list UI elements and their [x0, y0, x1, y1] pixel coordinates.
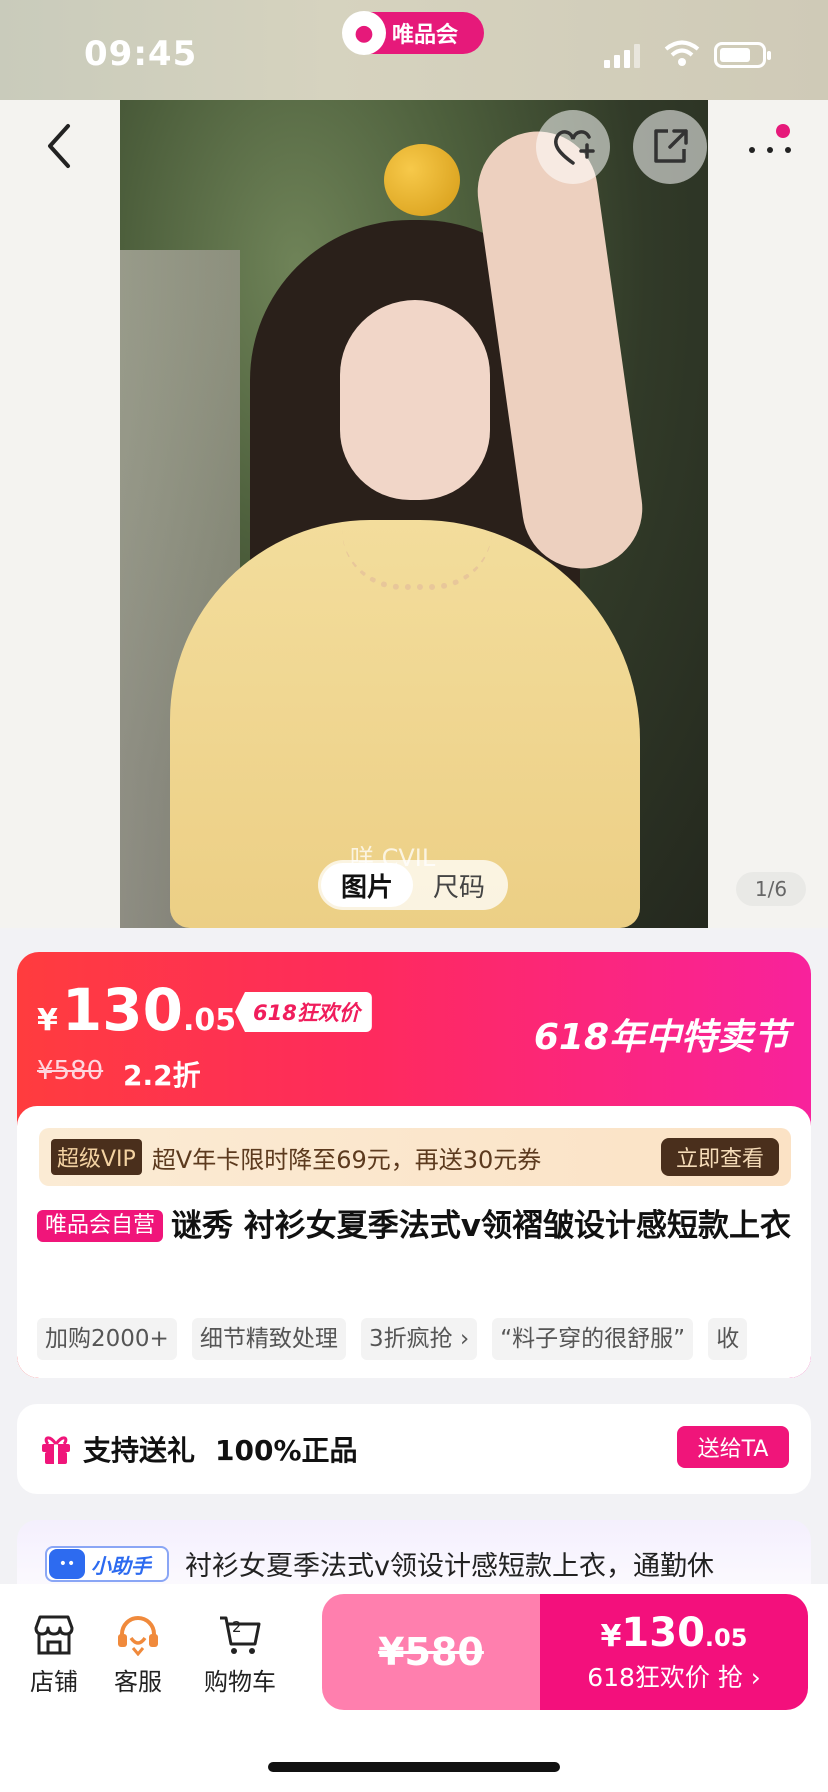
chip-more[interactable]: 收 — [708, 1318, 748, 1360]
notification-dot — [776, 124, 790, 138]
back-arrow-icon[interactable] — [38, 120, 82, 172]
authentic-label: 100%正品 — [215, 1434, 358, 1467]
chip-review[interactable]: “料子穿的很舒服” — [492, 1318, 694, 1360]
heart-plus-icon — [554, 130, 595, 165]
product-photo[interactable] — [120, 100, 708, 928]
cart-count: 2 — [232, 1618, 242, 1636]
purchase-buttons: ¥580 ¥ 130 .05 618狂欢价 抢 › — [322, 1594, 808, 1710]
product-info-panel: 超级VIP 超V年卡限时降至69元，再送30元券 立即查看 唯品会自营 谜秀 衬衫… — [17, 1106, 811, 1378]
battery-icon — [714, 42, 771, 68]
cart-button[interactable]: 2 购物车 — [200, 1614, 280, 1697]
status-time: 09:45 — [84, 34, 198, 74]
vip-badge: 超级VIP — [51, 1139, 142, 1175]
assistant-tag-label: 小助手 — [91, 1553, 151, 1578]
store-button[interactable]: 店铺 — [14, 1614, 94, 1697]
status-bar: 09:45 ● 唯品会 — [0, 0, 828, 100]
tab-photos[interactable]: 图片 — [321, 863, 413, 907]
vip-text: 超V年卡限时降至69元，再送30元券 — [151, 1145, 542, 1174]
home-indicator[interactable] — [268, 1762, 560, 1772]
store-label: 店铺 — [30, 1668, 78, 1696]
share-icon — [654, 129, 688, 163]
service-label: 客服 — [114, 1668, 162, 1696]
gallery-counter: 1/6 — [736, 872, 806, 906]
price-integer: 130 — [61, 976, 183, 1044]
gallery-tab-switch[interactable]: 图片 尺码 — [318, 860, 508, 910]
share-button[interactable] — [633, 110, 707, 184]
more-menu-button[interactable] — [740, 130, 800, 170]
product-title-text: 谜秀 衬衫女夏季法式v领褶皱设计感短款上衣 — [171, 1208, 792, 1244]
buy-price-decimal: .05 — [704, 1624, 748, 1652]
bunny-logo-icon: ● — [342, 11, 386, 55]
more-dot-icon — [785, 147, 791, 153]
headset-icon — [118, 1616, 158, 1656]
original-price: ¥580 — [37, 1056, 104, 1086]
gift-icon — [42, 1436, 70, 1464]
cart-label: 购物车 — [204, 1668, 276, 1696]
price-card: ¥ 130 .05 618狂欢价 ¥580 2.2折 618年中特卖节 超级VI… — [17, 952, 811, 1378]
buy-now-label: 618狂欢价 抢 › — [587, 1663, 761, 1692]
more-dot-icon — [767, 147, 773, 153]
price-decimal: .05 — [182, 1003, 237, 1038]
assistant-badge: •• 小助手 — [45, 1546, 169, 1582]
original-price-button[interactable]: ¥580 — [322, 1594, 540, 1710]
more-dot-icon — [749, 147, 755, 153]
send-gift-button[interactable]: 送给TA — [677, 1426, 789, 1468]
customer-service-button[interactable]: 客服 — [98, 1614, 178, 1697]
gift-support-label: 支持送礼 — [83, 1434, 196, 1467]
store-icon — [34, 1615, 74, 1655]
buy-price: ¥ 130 .05 — [601, 1610, 748, 1656]
vip-banner[interactable]: 超级VIP 超V年卡限时降至69元，再送30元券 立即查看 — [39, 1128, 791, 1186]
assistant-summary: 衬衫女夏季法式v领设计感短款上衣，通勤休 — [185, 1551, 714, 1582]
vip-view-button[interactable]: 立即查看 — [661, 1138, 779, 1176]
brand-label: 唯品会 — [392, 23, 459, 48]
brand-pill[interactable]: ● 唯品会 — [342, 11, 484, 55]
robot-icon: •• — [49, 1549, 85, 1579]
promo-price-tag: 618狂欢价 — [235, 992, 372, 1032]
product-title: 唯品会自营 谜秀 衬衫女夏季法式v领褶皱设计感短款上衣 — [37, 1202, 797, 1250]
tab-size[interactable]: 尺码 — [413, 863, 505, 907]
festival-title: 618年中特卖节 — [533, 1017, 789, 1058]
price-currency: ¥ — [37, 1003, 58, 1038]
gift-card: 支持送礼 100%正品 送给TA — [17, 1404, 811, 1494]
chip-flash-sale[interactable]: 3折疯抢 › — [361, 1318, 478, 1360]
signal-icon — [604, 44, 640, 68]
buy-price-currency: ¥ — [600, 1619, 622, 1654]
discount-label: 2.2折 — [123, 1059, 201, 1092]
buy-now-button[interactable]: ¥ 130 .05 618狂欢价 抢 › — [540, 1594, 808, 1710]
bottom-action-bar: 店铺 客服 2 购物车 ¥580 ¥ 130 .05 618狂欢价 抢 › — [0, 1584, 828, 1792]
chip-detail: 细节精致处理 — [191, 1318, 346, 1360]
favorite-button[interactable] — [536, 110, 610, 184]
buy-price-integer: 130 — [621, 1610, 705, 1656]
current-price: ¥ 130 .05 — [37, 976, 236, 1044]
self-operated-badge: 唯品会自营 — [37, 1210, 164, 1242]
wifi-icon — [664, 40, 700, 66]
product-gallery[interactable] — [0, 100, 828, 928]
chip-added-to-cart: 加购2000+ — [37, 1318, 177, 1360]
feature-chips: 加购2000+ 细节精致处理 3折疯抢 › “料子穿的很舒服” 收 — [37, 1318, 811, 1362]
